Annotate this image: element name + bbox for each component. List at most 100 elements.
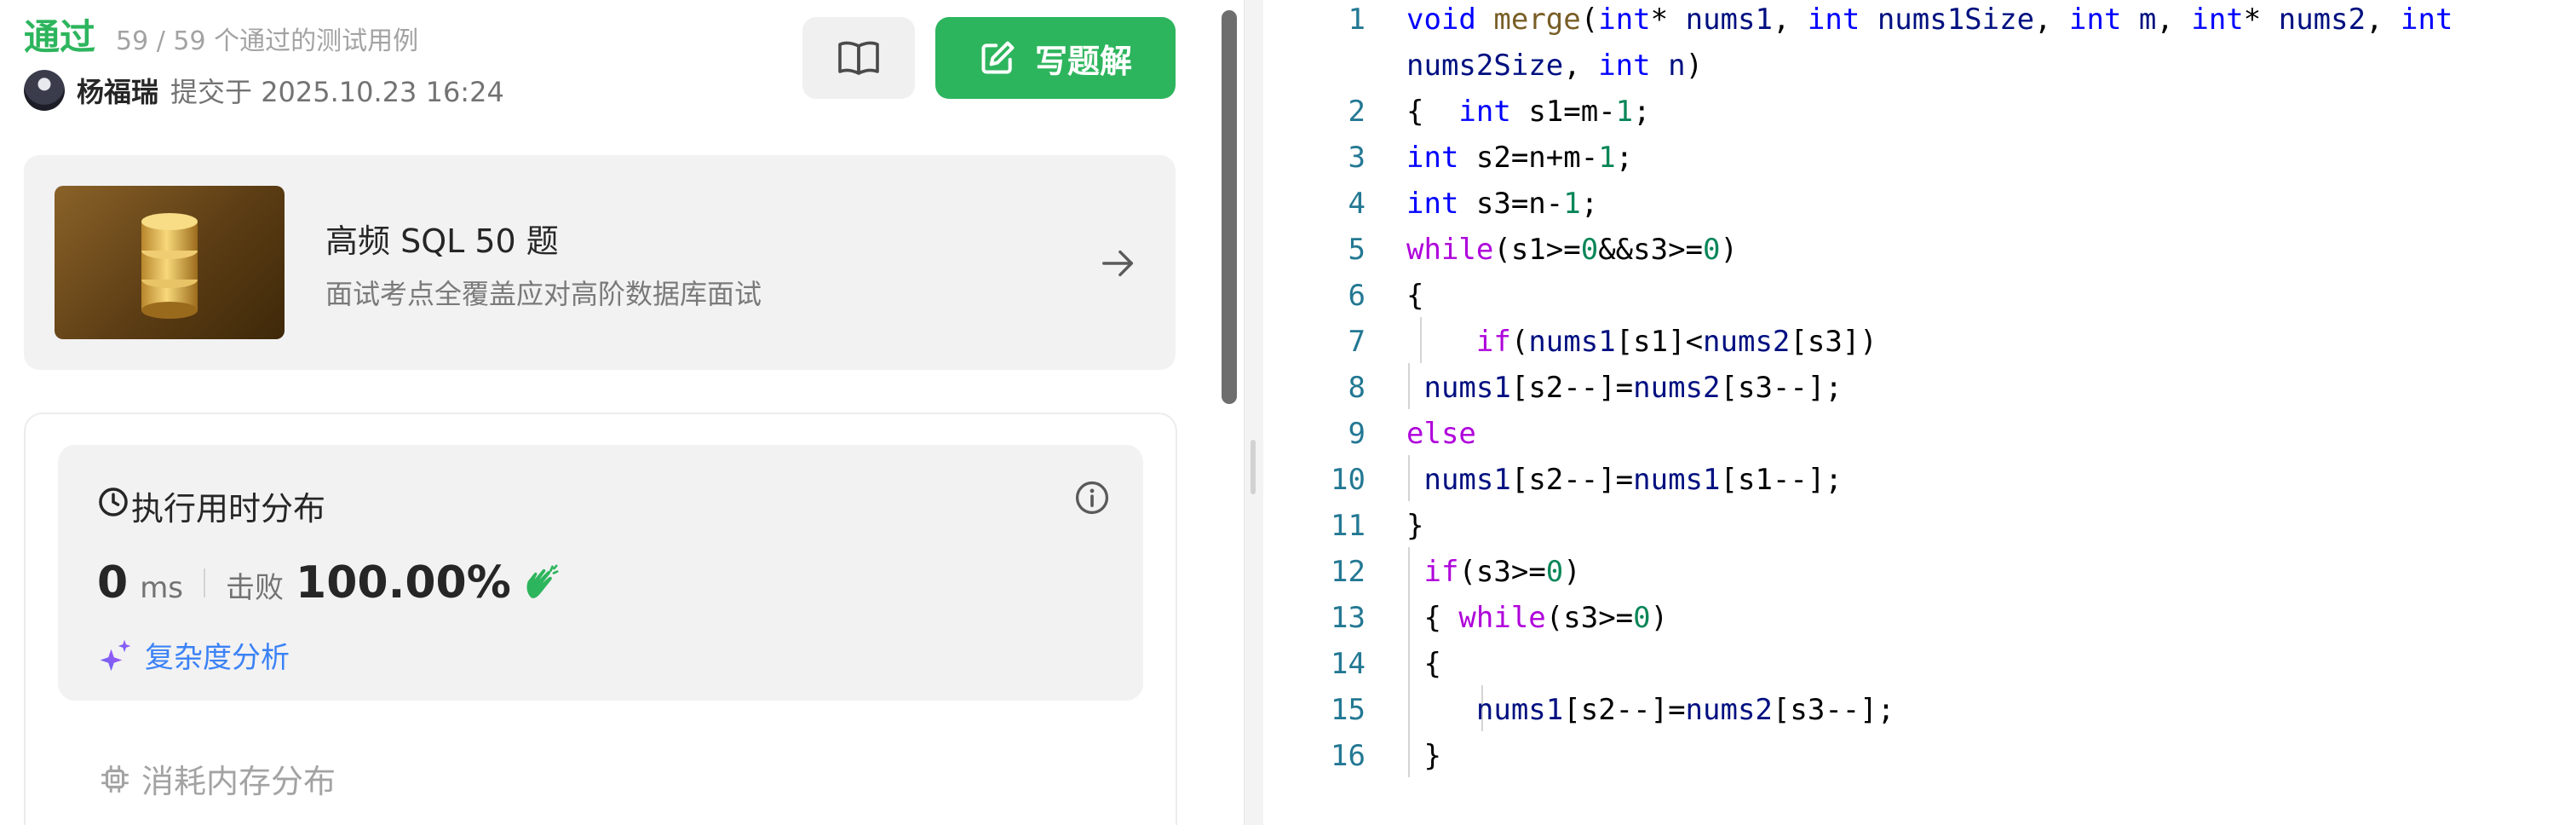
code-token: nums2	[1703, 325, 1791, 359]
scrollbar-thumb[interactable]	[1222, 10, 1237, 404]
submit-time: 提交于 2025.10.23 16:24	[170, 76, 504, 108]
code-token: ;	[1615, 141, 1634, 175]
code-token: 0	[1580, 233, 1599, 267]
divider	[204, 568, 206, 597]
code-token: [s3--];	[1720, 371, 1843, 405]
code-text: nums1[s2--]=nums1[s1--];	[1406, 463, 1842, 497]
line-number: 9	[1348, 417, 1366, 451]
code-token: nums2Size	[1406, 49, 1564, 83]
code-token: merge	[1493, 3, 1581, 37]
code-token: if	[1423, 555, 1459, 589]
resize-grip[interactable]	[1251, 440, 1256, 494]
code-token: 0	[1545, 555, 1564, 589]
status-label: 通过	[24, 16, 96, 58]
line-number: 16	[1331, 739, 1366, 773]
code-editor[interactable]: 1 void merge(int* nums1, int nums1Size, i…	[1263, 0, 2576, 825]
code-token: [s3--];	[1772, 693, 1895, 727]
code-text: }	[1406, 739, 1441, 773]
code-text: { int s1=m-1;	[1406, 95, 1651, 129]
line-number: 6	[1348, 279, 1366, 313]
code-token: [s2--]=	[1510, 371, 1634, 405]
code-token: (s3>=	[1545, 601, 1634, 635]
solution-guide-button[interactable]	[802, 17, 915, 99]
code-token: [s2--]=	[1510, 463, 1634, 497]
code-token: int	[1406, 141, 1459, 175]
code-token: }	[1406, 739, 1441, 773]
promo-card-sql50[interactable]: 高频 SQL 50 题 面试考点全覆盖应对高阶数据库面试	[24, 155, 1176, 370]
complexity-analysis-link[interactable]: 复杂度分析	[97, 634, 290, 676]
clap-icon	[526, 564, 559, 598]
book-open-icon	[838, 41, 879, 75]
code-token: {	[1406, 279, 1424, 313]
code-token: ;	[1633, 95, 1651, 129]
code-token: (s1>=	[1493, 233, 1581, 267]
line-number: 15	[1331, 693, 1366, 727]
line-number: 10	[1331, 463, 1366, 497]
code-token: else	[1406, 417, 1476, 451]
line-number: 11	[1331, 509, 1366, 543]
code-text: nums2Size, int n)	[1406, 49, 1703, 83]
arrow-right-icon[interactable]	[1099, 244, 1138, 283]
code-token: ,	[1772, 3, 1808, 37]
database-icon	[55, 186, 285, 339]
promo-subtitle: 面试考点全覆盖应对高阶数据库面试	[325, 278, 762, 310]
code-text: nums1[s2--]=nums2[s3--];	[1406, 371, 1843, 405]
code-text: int s2=n+m-1;	[1406, 141, 1633, 175]
user-name[interactable]: 杨福瑞	[77, 71, 158, 110]
code-token: int	[1598, 3, 1651, 37]
code-token: {	[1406, 647, 1441, 681]
code-token: (	[1510, 325, 1529, 359]
code-text: {	[1406, 647, 1441, 681]
clock-icon	[99, 488, 128, 516]
code-token: {	[1406, 601, 1459, 635]
code-text: if(s3>=0)	[1406, 555, 1580, 589]
code-token: nums1	[1685, 3, 1773, 37]
code-text: { while(s3>=0)	[1406, 601, 1668, 635]
code-token: m	[2138, 3, 2157, 37]
code-token: 1	[1563, 187, 1581, 221]
code-text: void merge(int* nums1, int nums1Size, in…	[1406, 3, 2452, 37]
runtime-title: 执行用时分布	[131, 490, 326, 528]
code-token: while	[1406, 233, 1494, 267]
code-token: 1	[1598, 141, 1616, 175]
test-case-summary: 59 / 59 个通过的测试用例	[116, 26, 419, 56]
code-token: nums2	[1633, 371, 1721, 405]
code-token: int	[2069, 3, 2122, 37]
info-icon[interactable]	[1073, 479, 1111, 516]
code-token: [s3])	[1790, 325, 1877, 359]
code-token: *	[1650, 3, 1686, 37]
status-line: 通过 59 / 59 个通过的测试用例	[24, 9, 418, 61]
line-number: 5	[1348, 233, 1366, 267]
code-text: {	[1406, 279, 1423, 313]
code-token: ,	[2366, 3, 2401, 37]
beat-percentage: 100.00%	[296, 557, 511, 609]
write-solution-button[interactable]: 写题解	[935, 17, 1176, 99]
performance-card: 执行用时分布 0 ms 击败 100.00% 复杂度分析 消耗内存分布	[24, 412, 1177, 825]
code-text: }	[1406, 509, 1423, 543]
code-token: 1	[1615, 95, 1634, 129]
code-token: if	[1475, 325, 1511, 359]
code-token: nums1Size	[1877, 3, 2035, 37]
code-token: nums1	[1633, 463, 1721, 497]
panel-resize-handle[interactable]	[1244, 0, 1264, 825]
promo-title: 高频 SQL 50 题	[325, 222, 559, 260]
code-token: void	[1406, 3, 1476, 37]
code-token: s3=n-	[1458, 187, 1564, 221]
runtime-panel[interactable]: 执行用时分布 0 ms 击败 100.00% 复杂度分析	[58, 445, 1143, 701]
runtime-unit: ms	[140, 571, 184, 605]
code-token: ,	[2034, 3, 2069, 37]
code-token: )	[1650, 601, 1669, 635]
code-token: int	[1598, 49, 1651, 83]
code-token: nums1	[1528, 325, 1616, 359]
avatar[interactable]	[24, 70, 65, 111]
runtime-value: 0	[97, 557, 129, 609]
submission-detail-panel: 通过 59 / 59 个通过的测试用例 杨福瑞 提交于 2025.10.23 1…	[0, 0, 1244, 825]
code-token: s1=m-	[1510, 95, 1616, 129]
chip-icon	[101, 764, 129, 793]
memory-tab[interactable]: 消耗内存分布	[99, 755, 336, 802]
line-number: 1	[1348, 3, 1366, 37]
